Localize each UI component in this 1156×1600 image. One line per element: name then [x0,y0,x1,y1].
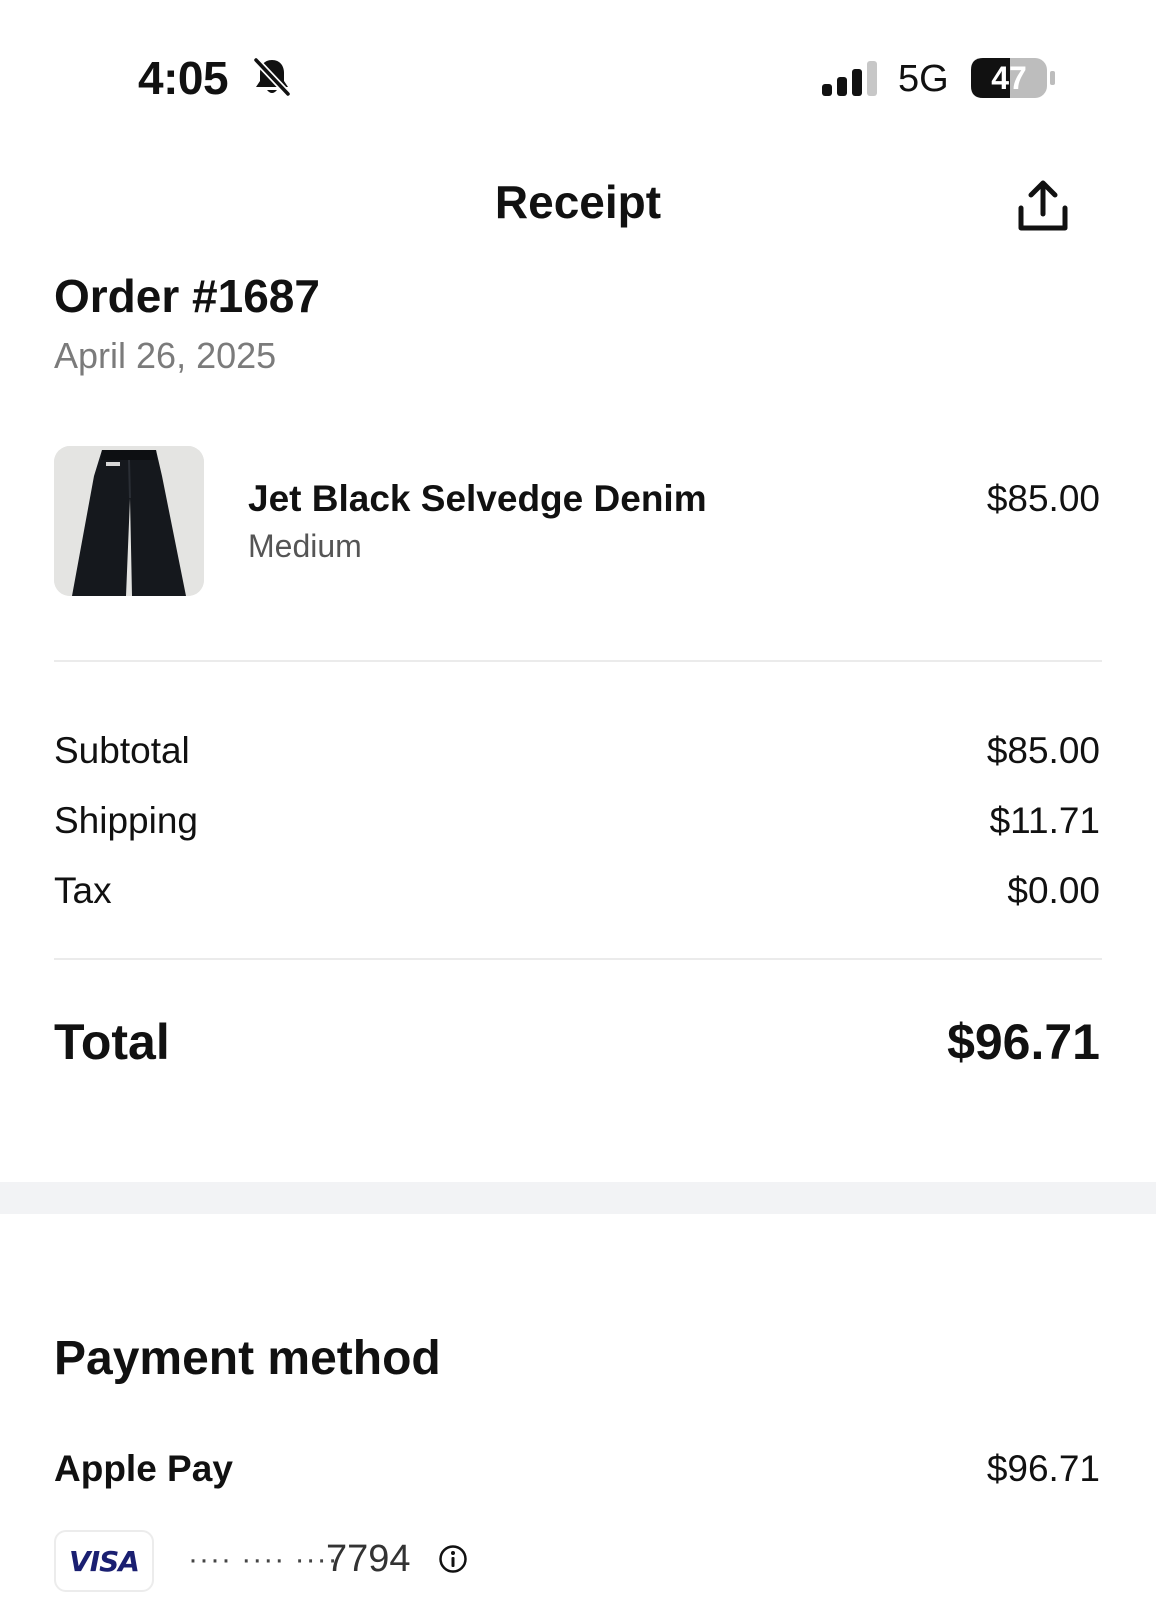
card-mask: ···· ···· ···· [188,1543,339,1576]
bell-slash-icon [253,57,291,97]
order-date: April 26, 2025 [54,335,277,376]
payment-method-name: Apple Pay [54,1448,233,1489]
battery-level: 47 [991,59,1027,96]
shipping-value: $11.71 [989,800,1100,841]
jeans-image [54,446,204,596]
section-separator [0,1182,1156,1214]
page-title: Receipt [494,176,662,228]
share-icon[interactable] [1016,178,1070,234]
divider [54,660,1102,662]
tax-value: $0.00 [1007,870,1100,911]
card-last-four: 7794 [326,1538,411,1580]
payment-amount: $96.71 [986,1448,1100,1489]
info-icon[interactable] [438,1544,468,1574]
product-thumbnail[interactable] [54,446,204,596]
subtotal-label: Subtotal [54,730,190,771]
total-label: Total [54,1014,170,1070]
payment-method-title: Payment method [54,1332,441,1385]
subtotal-value: $85.00 [986,730,1100,771]
item-price: $85.00 [986,478,1100,519]
status-time: 4:05 [138,52,229,104]
total-value: $96.71 [947,1014,1100,1070]
tax-label: Tax [54,870,112,911]
network-type: 5G [898,58,949,100]
cellular-signal-icon [822,61,877,96]
item-variant: Medium [248,528,362,564]
shipping-label: Shipping [54,800,199,841]
battery-icon: 47 [970,56,1056,100]
order-number: Order #1687 [54,270,320,322]
visa-card-icon: VISA [54,1530,154,1592]
item-name: Jet Black Selvedge Denim [248,478,707,519]
divider [54,958,1102,960]
